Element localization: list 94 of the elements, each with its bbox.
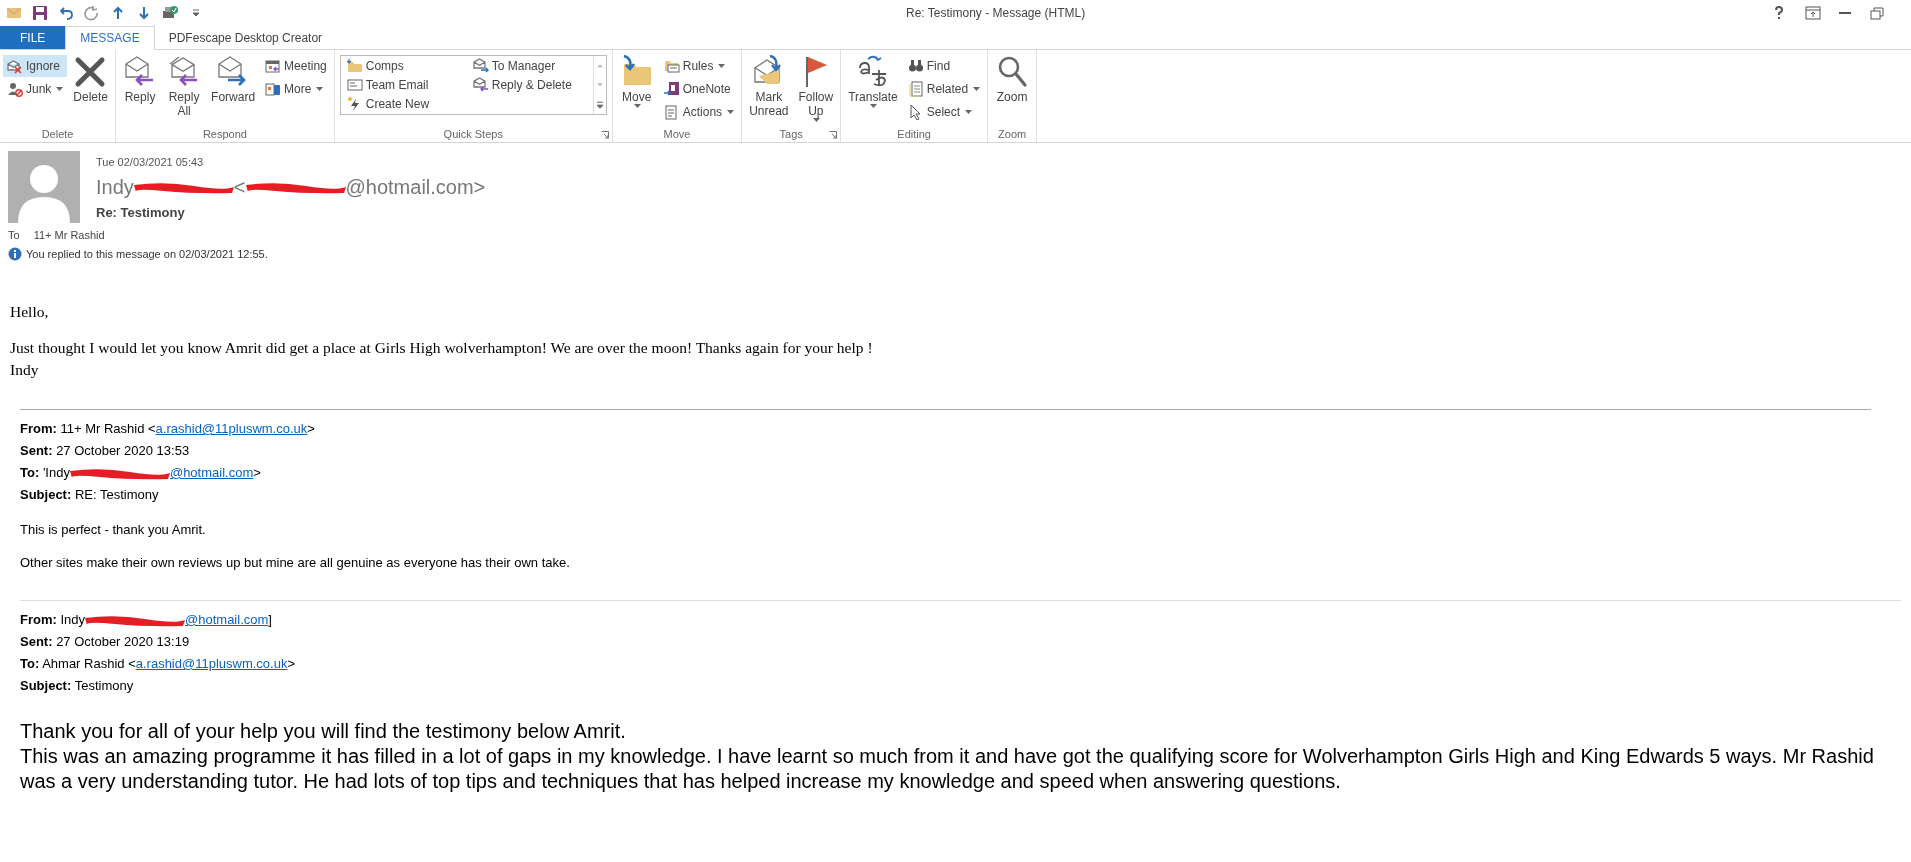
reply-info: You replied to this message on 02/03/2021 12:55. [26, 248, 268, 260]
binoculars-icon [907, 58, 924, 74]
ribbon-button[interactable]: Actions [659, 101, 739, 123]
group-label: Editing [897, 127, 931, 140]
quoted-text: This is perfect - thank you Amrit. [20, 522, 207, 537]
caret-icon [727, 110, 735, 114]
ribbon-button[interactable]: Select [903, 101, 985, 123]
caret-icon [634, 104, 642, 108]
ribbon-button[interactable]: Translate [844, 52, 902, 110]
list-icon [663, 104, 680, 120]
email-link[interactable]: a.rashid@11pluswm.co.uk [155, 421, 308, 436]
down-arrow-icon [136, 5, 152, 21]
envelope-icon [6, 5, 22, 21]
group-label: Delete [41, 127, 74, 140]
ribbon-button[interactable]: To Manager [470, 56, 593, 75]
minimize-icon [1839, 11, 1851, 15]
ribbon-button[interactable]: Forward [207, 52, 260, 106]
quoted-header: From: Indy @hotmail.com] [20, 611, 273, 629]
info-icon [8, 247, 22, 261]
save-icon [32, 5, 48, 21]
ribbon-button[interactable]: Mark Unread [745, 52, 793, 120]
sent-date: Tue 02/03/2021 05:43 [96, 156, 205, 168]
ribbon-button[interactable]: Find [903, 55, 985, 77]
ribbon-button[interactable]: Related [903, 78, 985, 100]
body-text: Hello, [10, 303, 50, 321]
caret-icon [965, 110, 973, 114]
dialog-launcher-icon[interactable] [600, 131, 609, 139]
ribbon-button[interactable]: Zoom [991, 52, 1034, 106]
caret-icon [813, 118, 821, 122]
ribbon-button[interactable]: Rules [659, 55, 739, 77]
quoted-text: Thank you for all of your help you will find the testimony below Amrit. [20, 719, 627, 744]
email-link[interactable]: a.rashid@11pluswm.co.uk [135, 656, 288, 671]
restore-icon [1869, 5, 1885, 21]
device-icon [265, 81, 282, 97]
redo-icon [84, 5, 100, 21]
envelope-arrow-icon [472, 76, 489, 93]
ribbon-options-icon [1805, 5, 1821, 21]
envelope-cross-icon [7, 58, 23, 74]
quoted-text: This was an amazing programme it has filled in a lot of gaps in my knowledge. I have learnt so much from it and have got the qualifying score for Wolverhampton Girls High and King Edwards 5 ways. Mr Rashid was a very understanding tutor. He had lots of top tips and techniques that has helped increase my knowledge and speed when answering questions. [20, 744, 1875, 794]
avatar [8, 151, 80, 223]
recipient: 11+ Mr Rashid [33, 229, 105, 241]
ribbon-button[interactable]: Delete [69, 52, 113, 106]
envelope-arrow-icon [472, 57, 489, 74]
caret-icon [718, 64, 726, 68]
ribbon-button[interactable]: More [261, 78, 331, 100]
calendar-icon [265, 58, 282, 74]
window-title: Re: Testimony - Message (HTML) [906, 6, 1087, 20]
printer-icon [162, 5, 178, 21]
ribbon-button[interactable]: Follow Up [794, 52, 838, 124]
dialog-launcher-icon[interactable] [829, 131, 838, 139]
undo-icon [58, 5, 74, 21]
ribbon-button[interactable]: Junk [3, 78, 68, 100]
sender-address: Indy < @hotmail.com> [96, 176, 486, 199]
quoted-header: To: Ahmar Rashid <a.rashid@11pluswm.co.uk> [20, 655, 297, 673]
document-icon [907, 81, 924, 97]
notebook-icon [663, 81, 680, 97]
ribbon-button[interactable]: Reply [119, 52, 162, 106]
group-label: Zoom [998, 127, 1027, 140]
quoted-header: From: 11+ Mr Rashid <a.rashid@11pluswm.co.uk> [20, 420, 316, 438]
quoted-text: Other sites make their own reviews up but mine are all genuine as everyone has their own take. [20, 555, 571, 570]
message-subject: Re: Testimony [96, 205, 186, 220]
group-label: Move [663, 127, 691, 140]
ribbon-button[interactable]: Team Email [344, 75, 467, 94]
ribbon-button[interactable]: Move [615, 52, 658, 110]
quoted-header: Sent: 27 October 2020 13:53 [20, 442, 191, 460]
ribbon-button[interactable]: Reply All [163, 52, 206, 120]
group-label: Respond [202, 127, 247, 140]
caret-icon [56, 87, 64, 91]
ribbon-tab[interactable]: FILE [0, 26, 66, 49]
ribbon-tab[interactable]: PDFescape Desktop Creator [154, 26, 337, 49]
body-text: Just thought I would let you know Amrit did get a place at Girls High wolverhampton! We are over the moon! Thanks again for your help ! [10, 339, 874, 357]
quoted-header: Subject: Testimony [20, 677, 135, 695]
caret-icon [870, 104, 878, 108]
quoted-header: To: 'Indy @hotmail.com> [20, 464, 262, 482]
folder-icon [346, 57, 363, 74]
caret-icon [316, 87, 324, 91]
ribbon-button[interactable]: Comps [344, 56, 467, 75]
ribbon-button[interactable]: Reply & Delete [470, 75, 593, 94]
ribbon-button[interactable]: Ignore [3, 55, 68, 77]
to-label: To [8, 229, 20, 241]
ribbon-button[interactable]: OneNote [659, 78, 739, 100]
email-link[interactable]: @hotmail.com [169, 465, 254, 480]
ribbon-button[interactable]: Create New [344, 94, 467, 113]
quoted-header: Subject: RE: Testimony [20, 486, 160, 504]
group-label: Tags [779, 127, 803, 140]
ribbon-tab[interactable]: MESSAGE [65, 26, 155, 50]
folder-list-icon [663, 58, 680, 74]
person-icon [7, 81, 23, 97]
ribbon-button[interactable]: Meeting [261, 55, 331, 77]
caret-icon [973, 87, 981, 91]
body-text: Indy [10, 361, 40, 379]
quoted-header: Sent: 27 October 2020 13:19 [20, 633, 191, 651]
card-icon [346, 76, 363, 93]
group-label: Quick Steps [443, 127, 503, 140]
